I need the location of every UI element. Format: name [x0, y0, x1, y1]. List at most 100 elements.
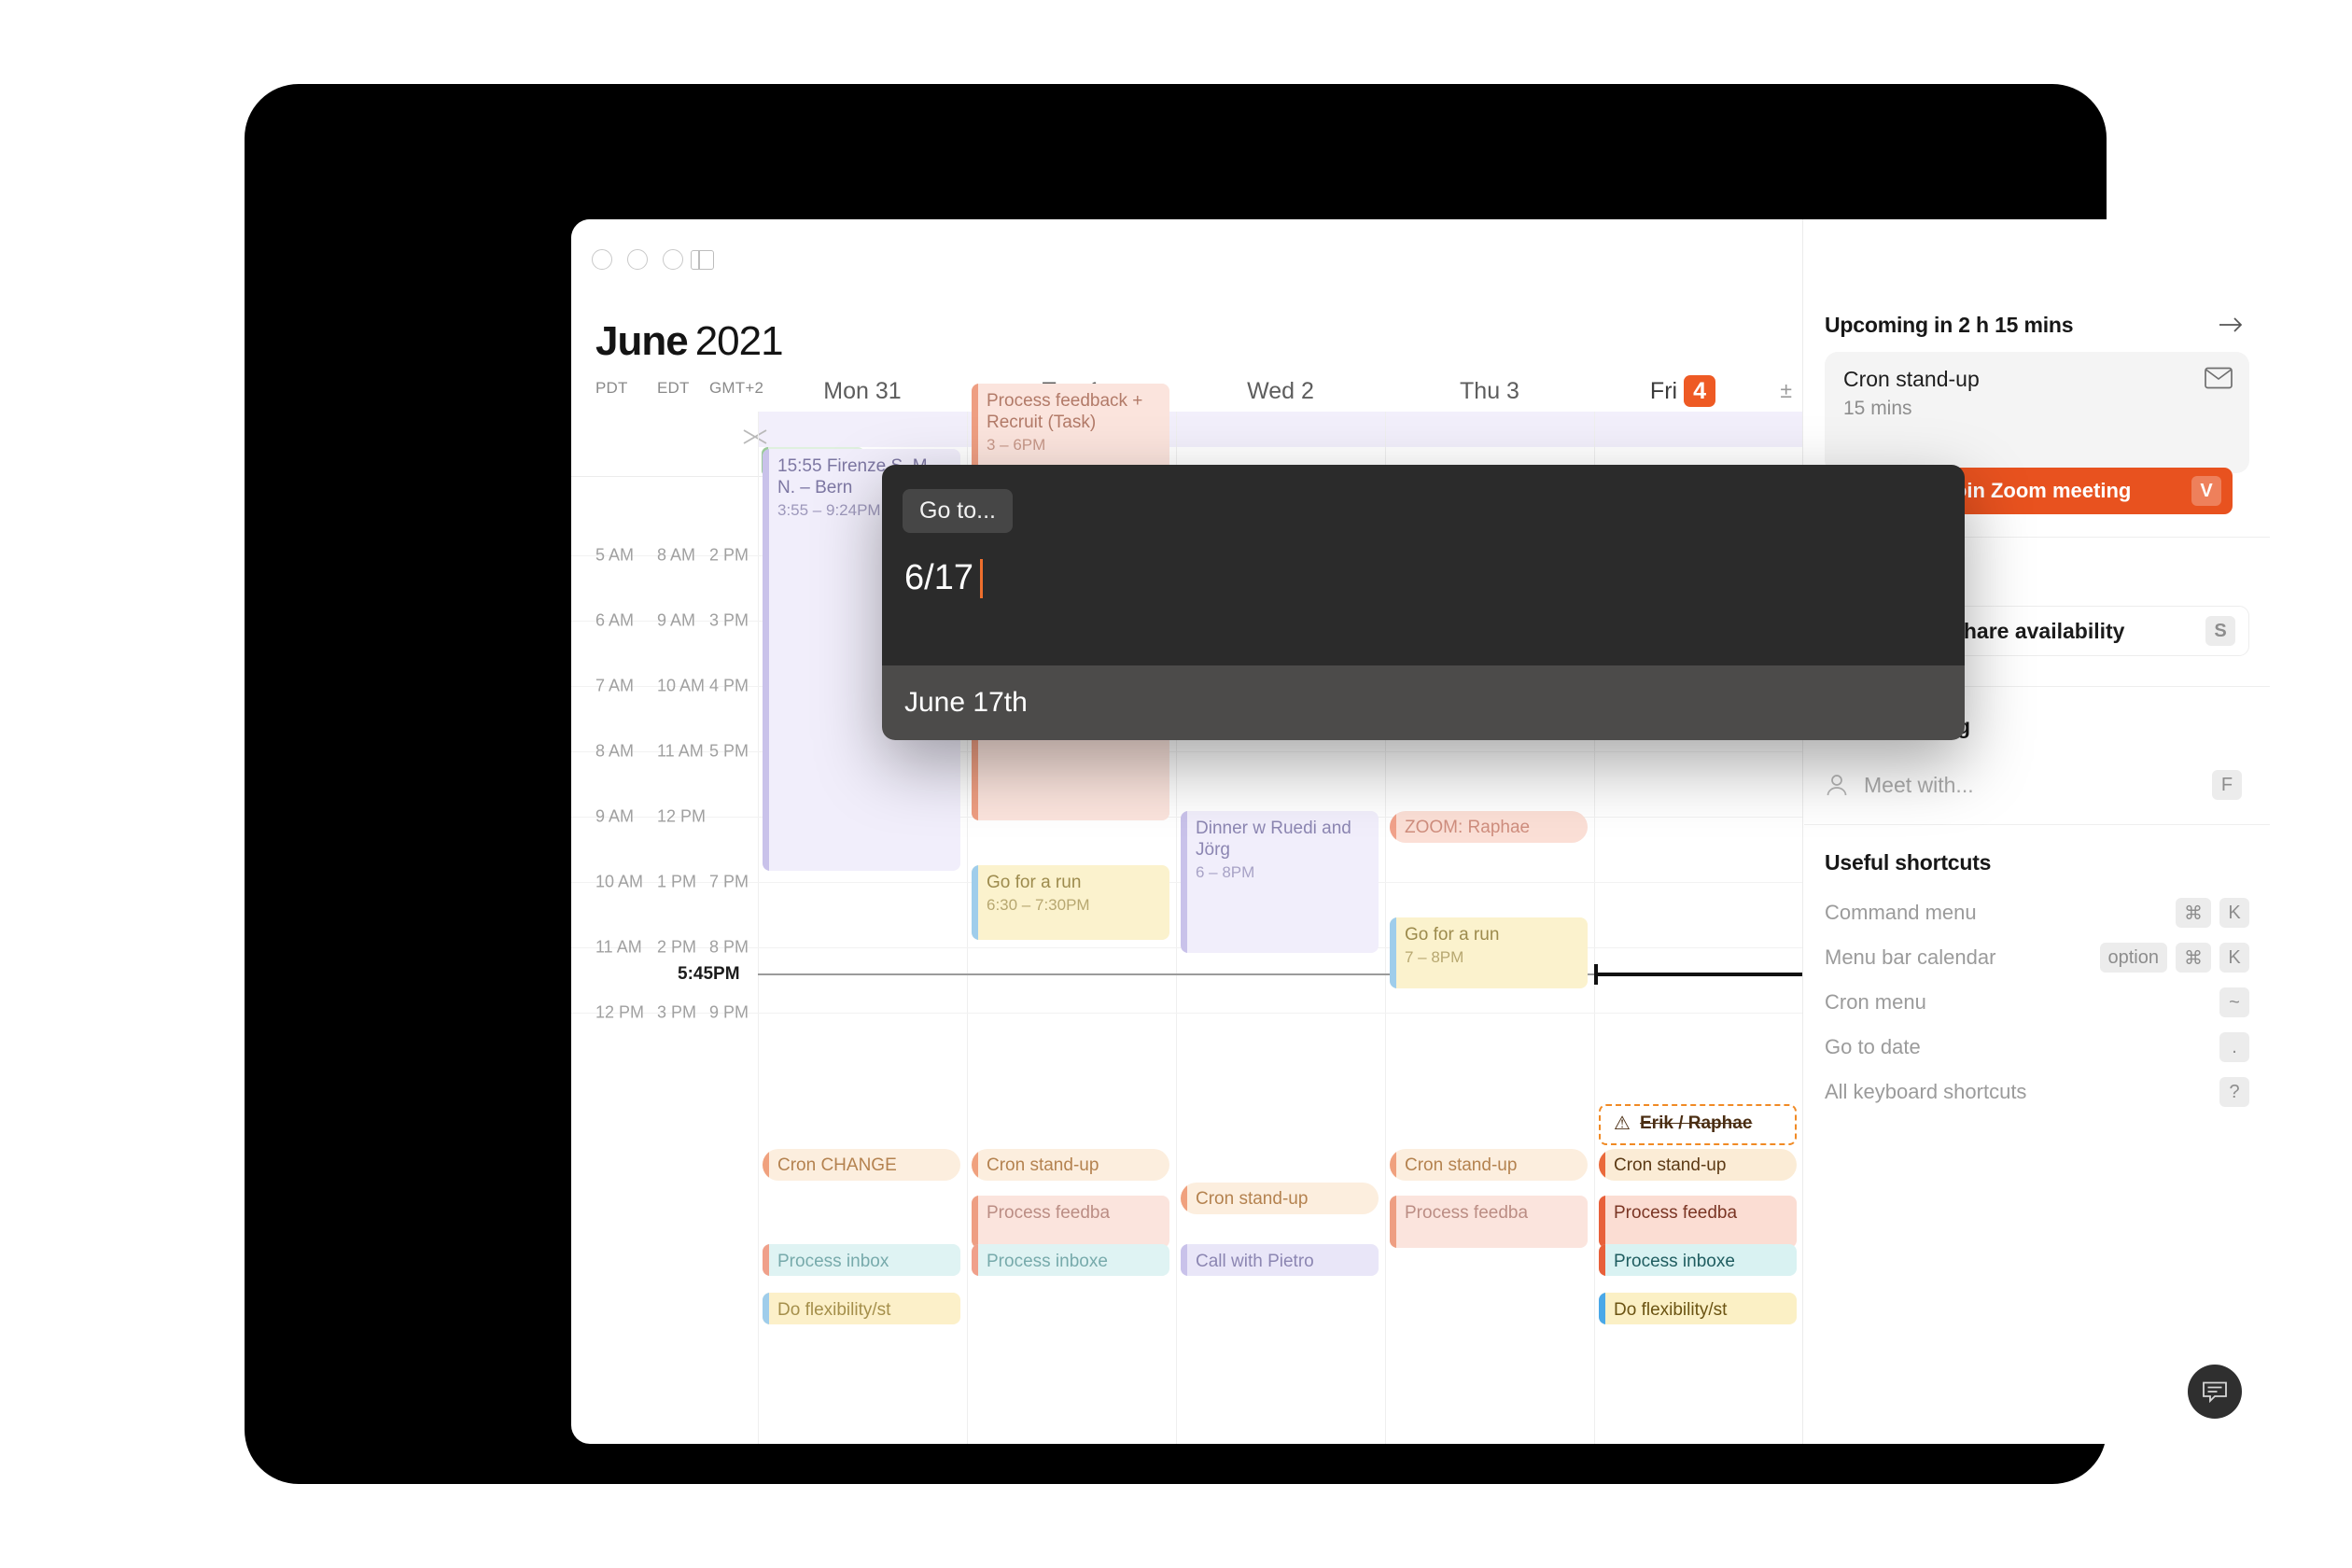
event-title: Call with Pietro: [1196, 1252, 1314, 1271]
traffic-lights[interactable]: [592, 249, 683, 270]
event-block[interactable]: Cron stand-up: [1599, 1149, 1797, 1181]
event-title: ZOOM: Raphae: [1405, 818, 1531, 837]
event-title: Process inboxe: [1614, 1252, 1735, 1271]
share-availability-shortcut: S: [2205, 616, 2235, 646]
event-title: Cron stand-up: [1196, 1189, 1309, 1209]
hour-label-edt: 3 PM: [657, 1002, 697, 1022]
event-color-bar: [1181, 811, 1187, 953]
event-title: Do flexibility/st: [777, 1300, 891, 1320]
hour-label-pdt: 12 PM: [595, 1002, 645, 1022]
palette-result-item[interactable]: June 17th: [882, 665, 1965, 740]
key-cap: ?: [2219, 1077, 2249, 1107]
event-block[interactable]: Do flexibility/st: [1599, 1293, 1797, 1324]
chevron-collapse-icon[interactable]: [742, 428, 768, 445]
minimize-button[interactable]: [627, 249, 648, 270]
event-block[interactable]: Process feedba: [1390, 1196, 1588, 1248]
event-block[interactable]: Cron stand-up: [1390, 1149, 1588, 1181]
chat-icon[interactable]: [2188, 1365, 2242, 1419]
close-button[interactable]: [592, 249, 612, 270]
today-date-badge: 4: [1684, 375, 1716, 407]
shortcut-row[interactable]: Command menu ⌘ K: [1825, 893, 2249, 932]
shortcut-row[interactable]: Menu bar calendar option ⌘ K: [1825, 938, 2249, 977]
event-time: 7 – 8PM: [1405, 948, 1464, 967]
event-block[interactable]: Do flexibility/st: [763, 1293, 960, 1324]
hour-label-gmt: 9 PM: [709, 1002, 749, 1022]
hour-label-edt: 1 PM: [657, 872, 697, 891]
event-title: Process feedba: [987, 1203, 1111, 1223]
key-cap: K: [2219, 898, 2249, 928]
hour-label-pdt: 8 AM: [595, 741, 635, 761]
event-block[interactable]: ZOOM: Raphae: [1390, 811, 1588, 843]
event-block[interactable]: Dinner w Ruedi and Jörg 6 – 8PM: [1181, 811, 1379, 953]
event-title: Process feedba: [1614, 1203, 1738, 1223]
event-block[interactable]: Cron stand-up: [972, 1149, 1169, 1181]
plus-minus-icon[interactable]: ±: [1780, 378, 1792, 403]
arrow-right-icon[interactable]: [2218, 315, 2244, 335]
shortcut-row[interactable]: Go to date.: [1825, 1028, 2249, 1067]
palette-top: Go to... 6/17: [882, 465, 1965, 665]
event-block[interactable]: Process inbox: [763, 1244, 960, 1276]
event-title: Cron stand-up: [1405, 1155, 1518, 1175]
event-title: Process inboxe: [987, 1252, 1108, 1271]
shortcut-row[interactable]: All keyboard shortcuts?: [1825, 1072, 2249, 1112]
palette-input[interactable]: 6/17: [904, 558, 983, 598]
mail-icon[interactable]: [2205, 367, 2233, 389]
event-block-selected[interactable]: ⚠ Erik / Raphae: [1599, 1104, 1797, 1145]
text-caret: [979, 558, 983, 598]
shortcut-row[interactable]: Cron menu ~: [1825, 983, 2249, 1022]
event-block[interactable]: Cron stand-up: [1181, 1183, 1379, 1214]
column-header-row: PDT EDT GMT+2 Mon 31 Tue 1 Wed 2 Thu 3 F…: [571, 371, 1802, 412]
event-title: Process inbox: [777, 1252, 889, 1271]
hour-label-pdt: 9 AM: [595, 806, 635, 826]
event-block[interactable]: Go for a run 7 – 8PM: [1390, 917, 1588, 988]
day-header-wed-2[interactable]: Wed 2: [1176, 371, 1385, 412]
event-time: 6 – 8PM: [1196, 863, 1255, 882]
event-block[interactable]: Process inboxe: [972, 1244, 1169, 1276]
event-block[interactable]: Process feedba: [1599, 1196, 1797, 1248]
all-day-band: [758, 412, 1802, 447]
upcoming-heading: Upcoming in 2 h 15 mins: [1825, 313, 2074, 337]
event-block[interactable]: Cron CHANGE: [763, 1149, 960, 1181]
hour-label-pdt: 11 AM: [595, 937, 642, 957]
sidebar-toggle-icon[interactable]: [691, 250, 714, 270]
shortcuts-heading: Useful shortcuts: [1825, 850, 1992, 875]
event-title: Cron stand-up: [1614, 1155, 1727, 1175]
event-block[interactable]: Process feedba: [972, 1196, 1169, 1248]
hour-line: [571, 1013, 1802, 1014]
join-zoom-label: Join Zoom meeting: [1942, 479, 2132, 502]
event-block[interactable]: Go for a run 6:30 – 7:30PM: [972, 865, 1169, 940]
shortcut-keys: .: [2219, 1032, 2249, 1062]
day-header-fri-4[interactable]: Fri 4: [1594, 371, 1771, 412]
hour-label-gmt: 5 PM: [709, 741, 749, 761]
event-block[interactable]: Call with Pietro: [1181, 1244, 1379, 1276]
day-header-thu-3[interactable]: Thu 3: [1385, 371, 1594, 412]
key-cap: option: [2099, 943, 2167, 973]
shortcut-keys: option ⌘ K: [2099, 943, 2249, 973]
join-zoom-shortcut: V: [2191, 476, 2221, 506]
event-title: Go for a run: [987, 873, 1082, 892]
meet-with-input[interactable]: Meet with... F: [1825, 763, 2249, 807]
hour-label-pdt: 7 AM: [595, 676, 635, 695]
event-color-bar: [763, 1244, 769, 1276]
go-to-date-palette[interactable]: Go to... 6/17 June 17th: [882, 465, 1965, 740]
upcoming-event-card[interactable]: Cron stand-up 15 mins Join Zoom meeting …: [1825, 352, 2249, 514]
event-title: Cron stand-up: [987, 1155, 1099, 1175]
shortcut-keys: ~: [2219, 987, 2249, 1017]
event-color-bar: [1390, 811, 1396, 843]
warning-icon: ⚠: [1614, 1113, 1631, 1134]
hour-label-edt: 11 AM: [657, 741, 704, 761]
day-header-mon-31[interactable]: Mon 31: [758, 371, 967, 412]
device-frame: June2021 PDT EDT GMT+2 Mon 31 Tue 1 Wed …: [245, 84, 2270, 1484]
app-window: June2021 PDT EDT GMT+2 Mon 31 Tue 1 Wed …: [571, 219, 2270, 1444]
event-color-bar: [1390, 917, 1396, 988]
hour-label-gmt: 8 PM: [709, 937, 749, 957]
event-color-bar: [763, 1149, 769, 1181]
hour-label-gmt: 7 PM: [709, 872, 749, 891]
hour-label-edt: 10 AM: [657, 676, 706, 695]
hour-label-pdt: 10 AM: [595, 872, 644, 891]
upcoming-section: Upcoming in 2 h 15 mins Cron stand-up 15…: [1804, 313, 2270, 514]
event-block[interactable]: Process inboxe: [1599, 1244, 1797, 1276]
zoom-button[interactable]: [663, 249, 683, 270]
hour-line: [571, 751, 1802, 752]
event-color-bar: [1599, 1196, 1605, 1248]
